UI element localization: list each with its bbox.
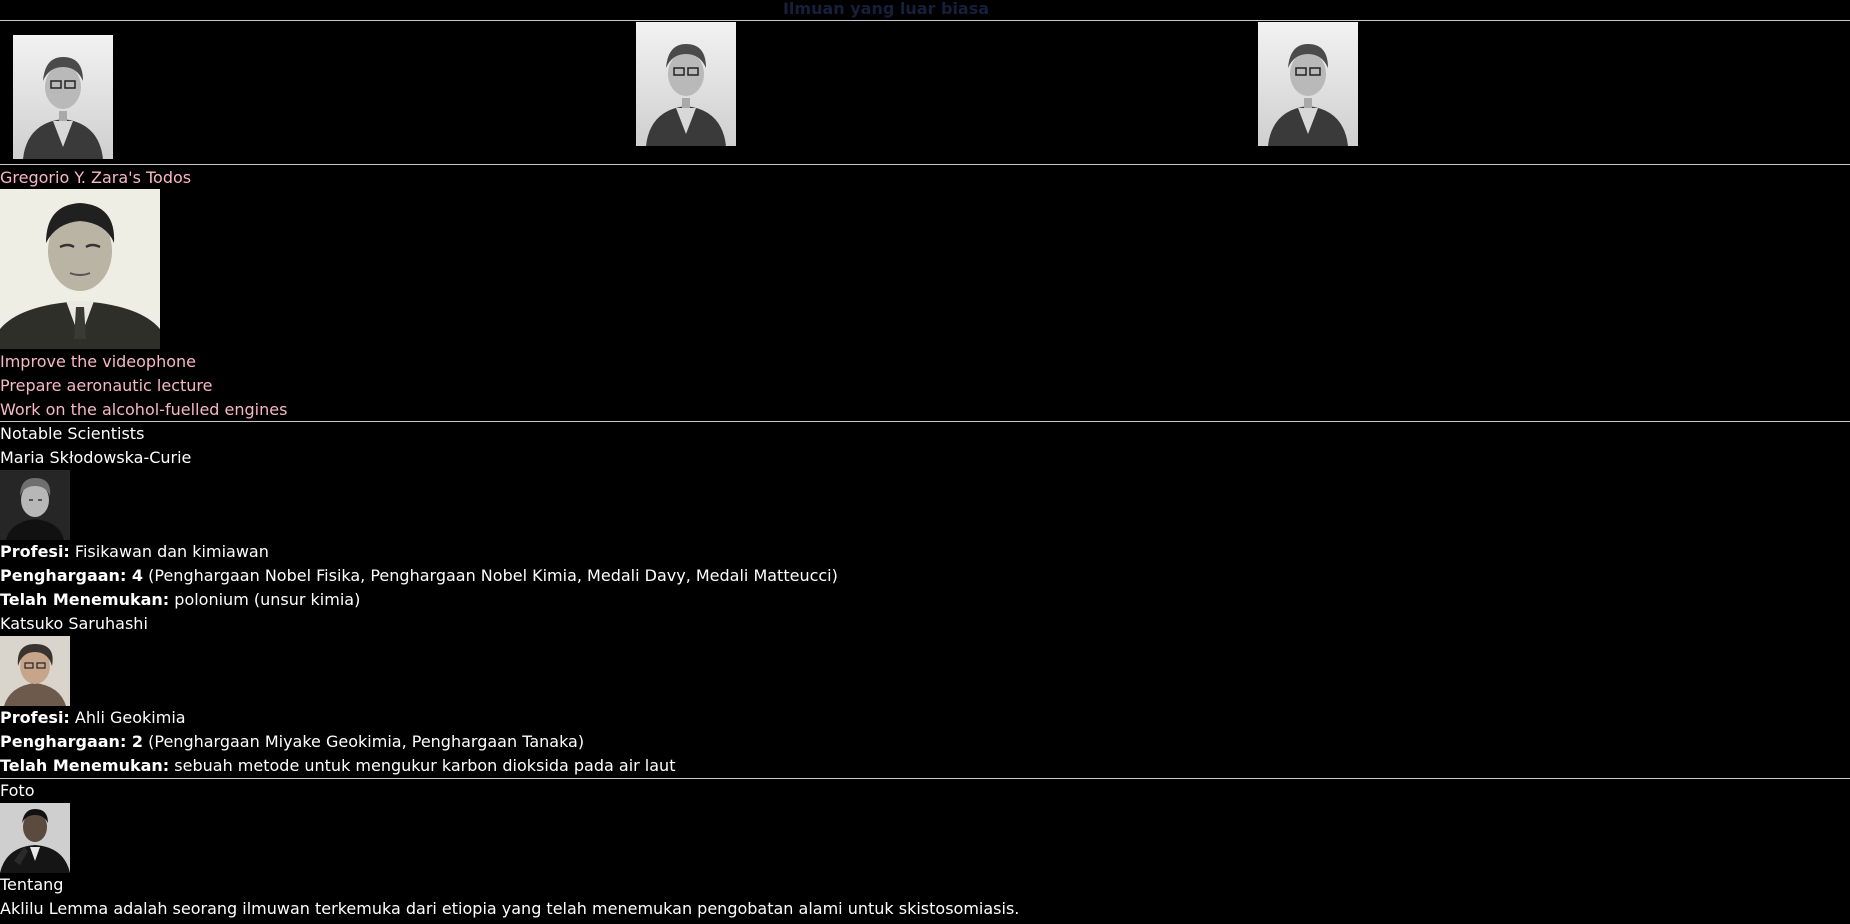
divider [0, 164, 1850, 165]
scientist-name: Katsuko Saruhashi [0, 614, 148, 633]
list-item: Work on the alcohol-fuelled engines [0, 400, 288, 419]
profession-line: Profesi: Ahli Geokimia [0, 706, 186, 730]
profession-label: Profesi: [0, 542, 70, 561]
portrait-woman-glasses-photo [1258, 22, 1358, 146]
awards-line: Penghargaan: 2 (Penghargaan Miyake Geoki… [0, 730, 584, 754]
divider [0, 421, 1850, 422]
discovered-label: Telah Menemukan: [0, 756, 170, 775]
portrait-woman-glasses-photo [0, 636, 70, 706]
discovered-line: Telah Menemukan: sebuah metode untuk men… [0, 754, 675, 778]
profession-label: Profesi: [0, 708, 70, 727]
about-text: Aklilu Lemma adalah seorang ilmuwan terk… [0, 899, 1020, 918]
awards-label: Penghargaan: 2 [0, 732, 144, 751]
awards-value: (Penghargaan Nobel Fisika, Penghargaan N… [148, 566, 838, 585]
todo-title: Gregorio Y. Zara's Todos [0, 168, 192, 187]
discovered-label: Telah Menemukan: [0, 590, 170, 609]
portrait-man-photo [0, 189, 160, 349]
page-title: Ilmuan yang luar biasa [782, 0, 990, 18]
about-label: Tentang [0, 875, 64, 894]
photo-label: Foto [0, 781, 35, 800]
portrait-woman-glasses-photo [13, 35, 113, 159]
discovered-value: sebuah metode untuk mengukur karbon diok… [174, 756, 676, 775]
scientist-name: Maria Skłodowska-Curie [0, 448, 192, 467]
divider [0, 778, 1850, 779]
list-item: Prepare aeronautic lecture [0, 376, 213, 395]
awards-line: Penghargaan: 4 (Penghargaan Nobel Fisika… [0, 564, 838, 588]
discovered-line: Telah Menemukan: polonium (unsur kimia) [0, 588, 360, 612]
profession-line: Profesi: Fisikawan dan kimiawan [0, 540, 269, 564]
portrait-man-photo [0, 803, 70, 873]
awards-label: Penghargaan: 4 [0, 566, 144, 585]
profession-value: Ahli Geokimia [74, 708, 186, 727]
divider [0, 20, 1850, 21]
portrait-woman-glasses-photo [636, 22, 736, 146]
discovered-value: polonium (unsur kimia) [174, 590, 361, 609]
awards-value: (Penghargaan Miyake Geokimia, Penghargaa… [148, 732, 585, 751]
profession-value: Fisikawan dan kimiawan [74, 542, 269, 561]
portrait-woman-photo [0, 470, 70, 540]
section-heading: Notable Scientists [0, 424, 145, 443]
list-item: Improve the videophone [0, 352, 196, 371]
